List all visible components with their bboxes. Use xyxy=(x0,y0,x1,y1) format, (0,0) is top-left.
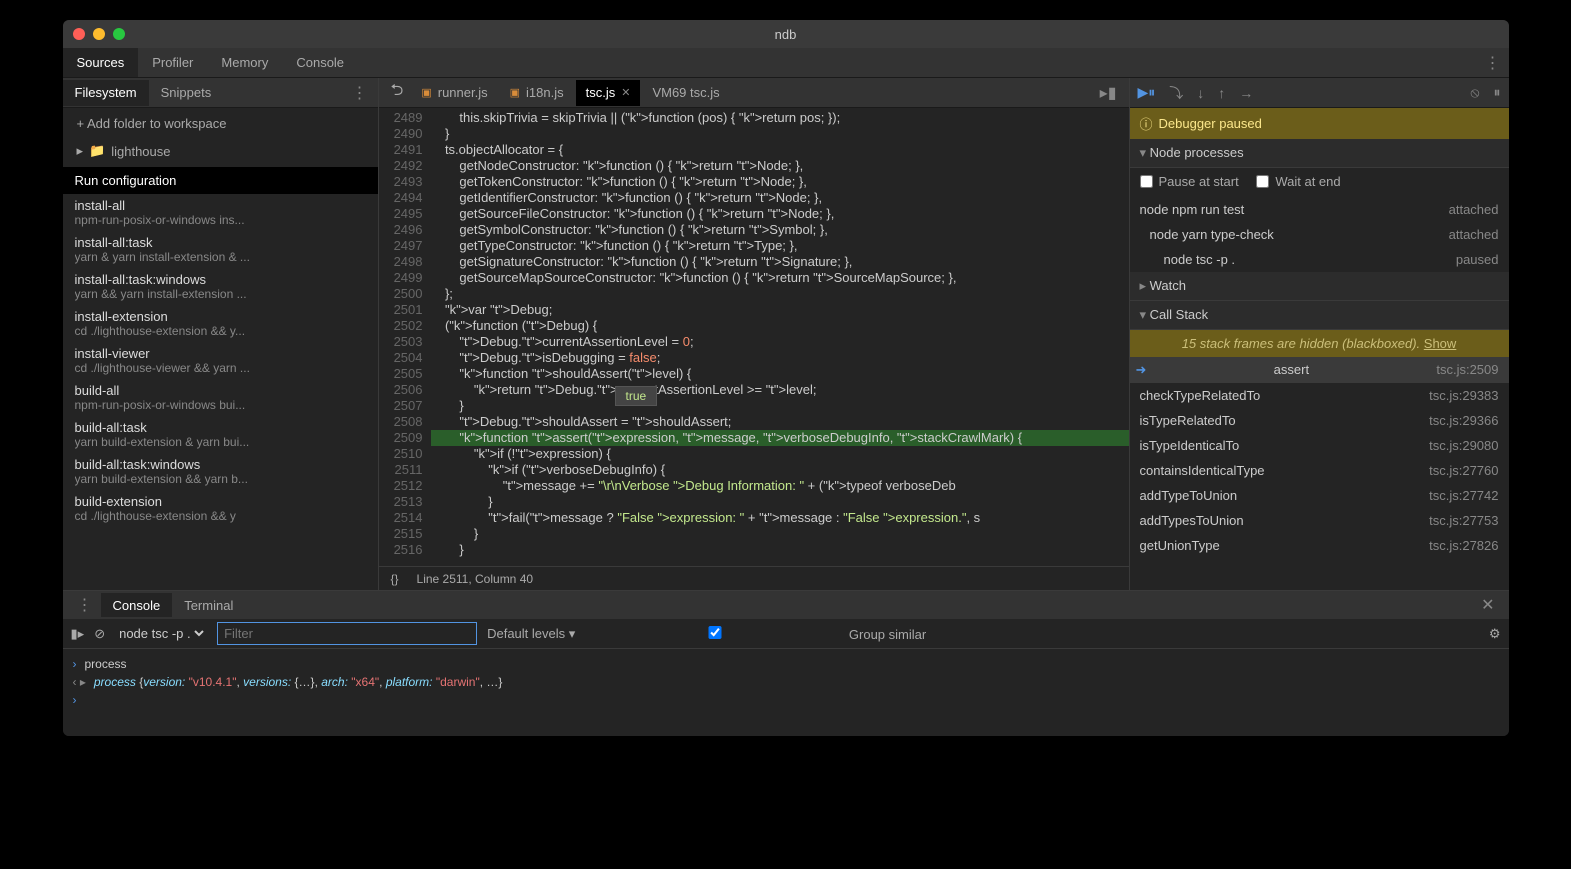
window-title: ndb xyxy=(775,27,797,42)
callstack-header[interactable]: Call Stack xyxy=(1130,301,1509,330)
file-tab[interactable]: ▣runner.js xyxy=(411,80,497,106)
add-folder-button[interactable]: + Add folder to workspace xyxy=(63,108,378,139)
file-tab[interactable]: ▣i18n.js xyxy=(500,80,574,106)
pause-exc-icon[interactable]: ⏸ xyxy=(1494,84,1501,101)
format-icon[interactable]: {} xyxy=(391,572,399,586)
window-minimize[interactable] xyxy=(93,28,105,40)
tab-profiler[interactable]: Profiler xyxy=(138,48,207,77)
group-similar-checkbox[interactable]: Group similar xyxy=(585,626,926,642)
run-item[interactable]: build-all:taskyarn build-extension & yar… xyxy=(63,416,378,453)
stack-frame[interactable]: containsIdenticalTypetsc.js:27760 xyxy=(1130,458,1509,483)
process-row[interactable]: node yarn type-checkattached xyxy=(1130,222,1509,247)
run-config-header: Run configuration xyxy=(63,167,378,194)
watch-header[interactable]: Watch xyxy=(1130,272,1509,301)
run-item[interactable]: build-allnpm-run-posix-or-windows bui... xyxy=(63,379,378,416)
show-frames-link[interactable]: Show xyxy=(1424,336,1457,351)
stack-frame[interactable]: isTypeIdenticalTotsc.js:29080 xyxy=(1130,433,1509,458)
nav-back-icon[interactable]: ⮌ xyxy=(385,79,410,106)
toggle-pane-icon[interactable]: ▸▮ xyxy=(1094,83,1123,103)
gear-icon[interactable]: ⚙ xyxy=(1489,626,1501,642)
filter-input[interactable] xyxy=(217,622,477,645)
toggle-sidebar-icon[interactable]: ▮▸ xyxy=(71,626,85,642)
node-processes-header[interactable]: Node processes xyxy=(1130,139,1509,168)
code-editor[interactable]: 2489249024912492249324942495249624972498… xyxy=(379,108,1129,566)
run-item[interactable]: install-allnpm-run-posix-or-windows ins.… xyxy=(63,194,378,231)
file-tab[interactable]: VM69 tsc.js xyxy=(642,80,729,106)
stack-frame[interactable]: asserttsc.js:2509 xyxy=(1130,357,1509,383)
stack-frame[interactable]: addTypesToUniontsc.js:27753 xyxy=(1130,508,1509,533)
hidden-frames-notice: 15 stack frames are hidden (blackboxed).… xyxy=(1130,330,1509,357)
console-input-history: process xyxy=(85,655,127,673)
process-row[interactable]: node npm run testattached xyxy=(1130,197,1509,222)
console-output: process {version: "v10.4.1", versions: {… xyxy=(94,673,503,691)
close-icon[interactable]: ✕ xyxy=(621,86,630,99)
window-close[interactable] xyxy=(73,28,85,40)
step-out-icon[interactable]: ↑ xyxy=(1218,85,1225,101)
tree-folder[interactable]: ▸ 📁 lighthouse xyxy=(63,139,378,163)
more-icon[interactable]: ⋮ xyxy=(342,83,378,103)
stack-frame[interactable]: getUnionTypetsc.js:27826 xyxy=(1130,533,1509,558)
wait-at-end-checkbox[interactable]: Wait at end xyxy=(1256,174,1340,189)
info-icon: ⓘ xyxy=(1140,114,1153,133)
file-tab[interactable]: tsc.js✕ xyxy=(576,80,641,106)
run-item[interactable]: build-extensioncd ./lighthouse-extension… xyxy=(63,490,378,527)
run-item[interactable]: build-all:task:windowsyarn build-extensi… xyxy=(63,453,378,490)
stack-frame[interactable]: checkTypeRelatedTotsc.js:29383 xyxy=(1130,383,1509,408)
clear-console-icon[interactable]: ⊘ xyxy=(94,626,105,642)
step-into-icon[interactable]: ↓ xyxy=(1197,85,1204,101)
cursor-position: Line 2511, Column 40 xyxy=(417,572,534,586)
close-icon[interactable]: ✕ xyxy=(1473,595,1502,615)
deactivate-bp-icon[interactable]: ⦸ xyxy=(1470,84,1479,101)
tab-console[interactable]: Console xyxy=(282,48,358,77)
tab-filesystem[interactable]: Filesystem xyxy=(63,80,149,106)
tab-snippets[interactable]: Snippets xyxy=(149,80,224,106)
tab-sources[interactable]: Sources xyxy=(63,48,139,77)
folder-icon: 📁 xyxy=(89,143,105,159)
main-tabs: Sources Profiler Memory Console ⋮ xyxy=(63,48,1509,78)
resume-icon[interactable]: ▶⏸ xyxy=(1138,84,1156,101)
step-over-icon[interactable]: ⤵ xyxy=(1169,83,1183,103)
debugger-toolbar: ▶⏸ ⤵ ↓ ↑ → ⦸ ⏸ xyxy=(1130,78,1509,108)
titlebar: ndb xyxy=(63,20,1509,48)
file-icon: ▣ xyxy=(421,86,431,99)
tab-console-drawer[interactable]: Console xyxy=(101,593,173,617)
step-icon[interactable]: → xyxy=(1239,85,1253,101)
paused-banner: ⓘ Debugger paused xyxy=(1130,108,1509,139)
tab-memory[interactable]: Memory xyxy=(207,48,282,77)
pause-at-start-checkbox[interactable]: Pause at start xyxy=(1140,174,1239,189)
levels-select[interactable]: Default levels ▾ xyxy=(487,626,575,642)
context-select[interactable]: node tsc -p . xyxy=(115,625,207,642)
tab-terminal[interactable]: Terminal xyxy=(172,593,245,617)
value-tooltip: true xyxy=(615,386,658,406)
run-item[interactable]: install-all:task:windowsyarn && yarn ins… xyxy=(63,268,378,305)
more-icon[interactable]: ⋮ xyxy=(69,595,101,615)
process-row[interactable]: node tsc -p .paused xyxy=(1130,247,1509,272)
more-icon[interactable]: ⋮ xyxy=(1477,53,1509,73)
stack-frame[interactable]: isTypeRelatedTotsc.js:29366 xyxy=(1130,408,1509,433)
window-maximize[interactable] xyxy=(113,28,125,40)
chevron-right-icon: ▸ xyxy=(77,143,84,159)
run-item[interactable]: install-viewercd ./lighthouse-viewer && … xyxy=(63,342,378,379)
run-item[interactable]: install-extensioncd ./lighthouse-extensi… xyxy=(63,305,378,342)
stack-frame[interactable]: addTypeToUniontsc.js:27742 xyxy=(1130,483,1509,508)
run-item[interactable]: install-all:taskyarn & yarn install-exte… xyxy=(63,231,378,268)
file-icon: ▣ xyxy=(510,86,520,99)
folder-name: lighthouse xyxy=(111,144,170,159)
